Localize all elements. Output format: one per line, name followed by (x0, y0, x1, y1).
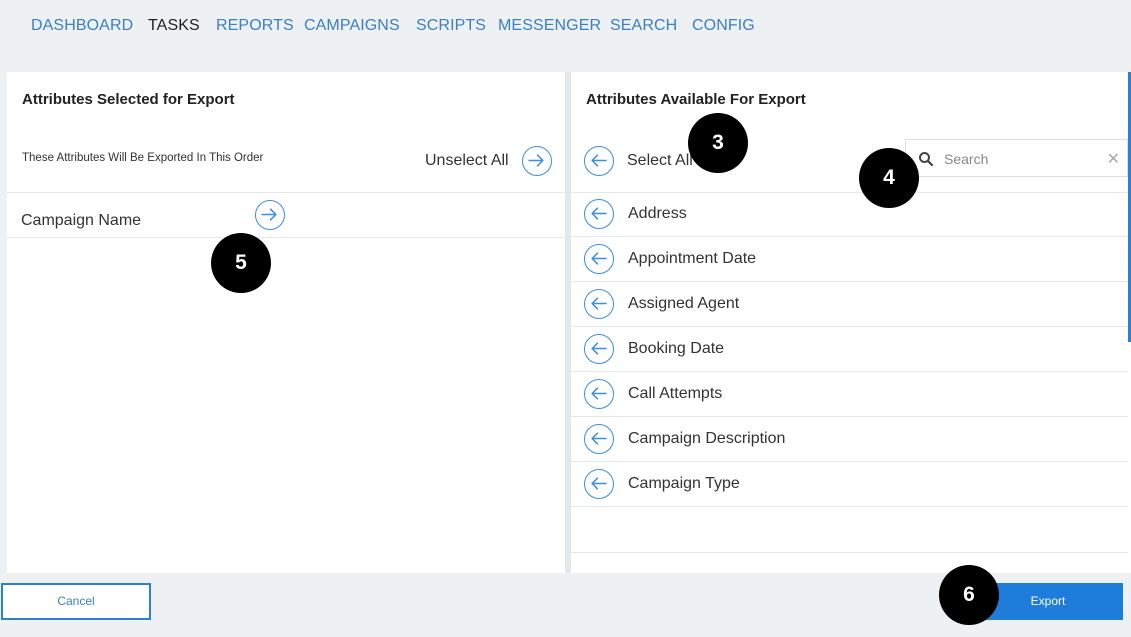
available-attribute-label: Booking Date (628, 340, 725, 357)
annotation-badge: 5 (211, 233, 271, 293)
unselect-all-button[interactable] (522, 146, 552, 176)
selected-item: Campaign Name (7, 192, 564, 238)
nav-tasks[interactable]: TASKS (148, 17, 200, 35)
nav-scripts[interactable]: SCRIPTS (416, 17, 486, 35)
arrow-left-icon (591, 207, 607, 220)
available-attribute-label: Address (628, 205, 687, 222)
available-attribute-row: Campaign Description (571, 417, 1128, 462)
add-attribute-button[interactable] (584, 199, 614, 229)
selected-attributes-panel: Attributes Selected for Export These Att… (7, 72, 565, 573)
search-icon (919, 152, 934, 167)
available-attribute-label: Call Attempts (628, 385, 723, 402)
available-attribute-label: Campaign Type (628, 475, 740, 492)
cancel-button[interactable]: Cancel (1, 583, 151, 620)
search-field[interactable]: ✕ (905, 139, 1128, 177)
select-all-button[interactable] (584, 146, 614, 176)
arrow-right-icon (528, 154, 544, 167)
nav-config[interactable]: CONFIG (692, 17, 755, 35)
available-attribute-label: Assigned Agent (628, 295, 740, 312)
selected-panel-title: Attributes Selected for Export (22, 91, 235, 108)
arrow-left-icon (591, 297, 607, 310)
nav-search[interactable]: SEARCH (610, 17, 677, 35)
arrow-left-icon (591, 387, 607, 400)
arrow-left-icon (591, 252, 607, 265)
nav-campaigns[interactable]: CAMPAIGNS (304, 17, 400, 35)
selected-item-label: Campaign Name (21, 212, 142, 229)
arrow-left-icon (591, 477, 607, 490)
available-attribute-row: Campaign Type (571, 462, 1128, 507)
add-attribute-button[interactable] (584, 289, 614, 319)
available-attribute-row: Appointment Date (571, 237, 1128, 282)
export-order-note: These Attributes Will Be Exported In Thi… (22, 152, 264, 164)
available-attribute-row: Booking Date (571, 327, 1128, 372)
nav-messenger[interactable]: MESSENGER (498, 17, 601, 35)
add-attribute-button[interactable] (584, 379, 614, 409)
nav-dashboard[interactable]: DASHBOARD (31, 17, 133, 35)
add-attribute-button[interactable] (584, 469, 614, 499)
add-attribute-button[interactable] (584, 334, 614, 364)
add-attribute-button[interactable] (584, 424, 614, 454)
annotation-badge: 6 (939, 565, 999, 625)
available-attribute-row: Call Attempts (571, 372, 1128, 417)
arrow-right-icon (261, 208, 277, 221)
available-panel-title: Attributes Available For Export (586, 91, 806, 108)
remove-attribute-button[interactable] (255, 200, 285, 230)
available-attribute-label: Appointment Date (628, 250, 757, 267)
clear-search-icon[interactable]: ✕ (1107, 149, 1120, 169)
divider (571, 552, 1128, 553)
annotation-badge: 4 (859, 148, 919, 208)
arrow-left-icon (591, 154, 607, 167)
search-input[interactable] (944, 148, 1104, 170)
select-all-label[interactable]: Select All (627, 152, 693, 170)
arrow-left-icon (591, 432, 607, 445)
annotation-badge: 3 (688, 113, 748, 173)
nav-reports[interactable]: REPORTS (216, 17, 294, 35)
available-attribute-row: Assigned Agent (571, 282, 1128, 327)
available-attributes-panel: Attributes Available For Export Select A… (571, 72, 1131, 573)
available-attribute-label: Campaign Description (628, 430, 786, 447)
add-attribute-button[interactable] (584, 244, 614, 274)
arrow-left-icon (591, 342, 607, 355)
unselect-all-label[interactable]: Unselect All (425, 152, 509, 170)
available-attribute-row: Address (571, 192, 1128, 237)
top-navigation: DASHBOARD TASKS REPORTS CAMPAIGNS SCRIPT… (0, 0, 1131, 70)
